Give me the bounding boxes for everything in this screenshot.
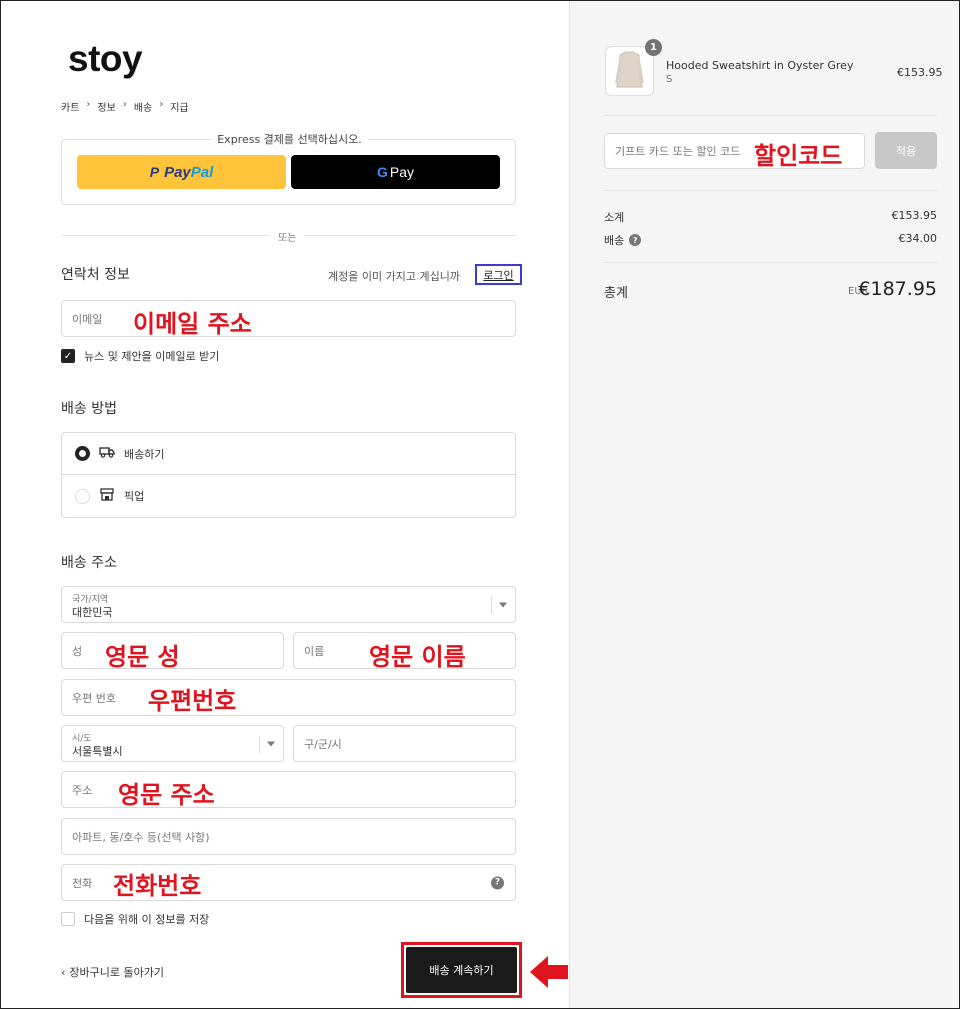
shipping-cost-value: €34.00 [898,232,938,245]
save-info-label: 다음을 위해 이 정보를 저장 [84,913,210,926]
delivery-label: 배송하기 [124,447,165,461]
phone-placeholder: 전화 [72,876,93,890]
save-info-checkbox[interactable] [61,912,75,926]
apply-discount-button[interactable]: 적용 [875,132,937,169]
back-to-cart-link[interactable]: ‹ 장바구니로 돌아가기 [61,964,164,980]
help-icon[interactable]: ? [491,876,504,889]
login-prompt: 계정을 이미 가지고 계십니까 [328,270,460,283]
chevron-right-icon: › [86,99,91,110]
apartment-placeholder: 아파트, 동/호수 등(선택 사항) [72,830,210,844]
summary-divider [604,115,937,116]
chevron-right-icon: › [122,99,127,110]
breadcrumb-cart[interactable]: 카트 [61,99,79,114]
product-name: Hooded Sweatshirt in Oyster Grey [666,59,854,72]
sweatshirt-image-icon [615,51,644,88]
google-pay-button[interactable]: G Pay [291,155,500,189]
subtotal-label-text: 소계 [604,211,625,224]
truck-icon [99,446,115,461]
country-select[interactable]: 국가/지역 대한민국 [61,586,516,623]
postal-code-field[interactable]: 우편 번호 [61,679,516,716]
select-divider [259,736,260,753]
first-name-placeholder: 이름 [304,644,325,658]
address-placeholder: 주소 [72,783,93,797]
paypal-logo-icon: P [149,164,160,180]
red-arrow-icon [530,956,568,988]
chevron-right-icon: › [159,99,164,110]
country-value: 대한민국 [72,606,113,619]
continue-to-shipping-button[interactable]: 배송 계속하기 [406,947,517,993]
newsletter-checkbox-row[interactable]: ✓ 뉴스 및 제안을 이메일로 받기 [61,348,219,364]
store-icon [99,488,115,504]
summary-divider [604,262,937,263]
phone-annotation: 전화번호 [113,872,202,900]
postal-code-placeholder: 우편 번호 [72,691,116,705]
pickup-label: 픽업 [124,490,145,503]
province-select[interactable]: 시/도 서울특별시 [61,725,284,762]
city-placeholder: 구/군/시 [304,737,342,751]
or-divider-text: 또는 [270,229,305,244]
total-label: 총계 [604,286,628,301]
first-name-annotation: 영문 이름 [369,643,466,671]
chevron-down-icon [499,602,507,607]
breadcrumb-info: 정보 [97,103,116,114]
province-value: 서울특별시 [72,745,123,758]
store-logo[interactable]: stoy [68,38,143,80]
discount-code-annotation: 할인코드 [754,142,843,170]
shipping-method-title: 배송 방법 [61,401,117,417]
postal-code-annotation: 우편번호 [148,687,237,715]
shipping-method-box: 배송하기 픽업 [61,432,516,518]
email-placeholder: 이메일 [72,312,103,326]
email-annotation: 이메일 주소 [133,310,252,338]
shipping-option-delivery[interactable]: 배송하기 [62,433,515,475]
address-annotation: 영문 주소 [118,781,215,809]
product-price: €153.95 [897,66,943,79]
express-checkout-title: Express 결제를 선택하십시오. [211,133,368,146]
back-to-cart-label: 장바구니로 돌아가기 [69,966,164,979]
summary-divider [604,190,937,191]
chevron-left-icon: ‹ [61,965,66,979]
save-info-checkbox-row[interactable]: 다음을 위해 이 정보를 저장 [61,911,209,927]
google-pay-text: Pay [389,164,414,180]
newsletter-checkbox[interactable]: ✓ [61,349,75,363]
discount-code-placeholder: 기프트 카드 또는 할인 코드 [615,145,741,158]
subtotal-value: €153.95 [891,209,938,222]
city-field[interactable]: 구/군/시 [293,725,516,762]
last-name-annotation: 영문 성 [105,643,180,671]
total-value: €187.95 [858,278,937,300]
address-section-title: 배송 주소 [61,555,117,571]
newsletter-label: 뉴스 및 제안을 이메일로 받기 [84,350,220,363]
product-variant: S [666,74,673,85]
contact-section-title: 연락처 정보 [61,267,130,283]
breadcrumb: 카트 › 정보 › 배송 › 지급 [61,99,189,114]
delivery-radio[interactable] [75,446,90,461]
login-link[interactable]: 로그인 [475,264,522,285]
breadcrumb-shipping: 배송 [133,103,153,114]
help-icon[interactable]: ? [629,234,642,246]
shipping-cost-label: 배송 ? [604,232,642,248]
select-divider [491,597,492,614]
paypal-button[interactable]: P Pay Pal [77,155,286,189]
breadcrumb-payment: 지급 [170,103,189,114]
apartment-field[interactable]: 아파트, 동/호수 등(선택 사항) [61,818,516,855]
email-field[interactable]: 이메일 [61,300,516,337]
shipping-option-pickup[interactable]: 픽업 [62,475,515,517]
pickup-radio[interactable] [75,488,90,504]
chevron-down-icon [267,741,275,746]
subtotal-label: 소계 [604,209,624,225]
last-name-placeholder: 성 [72,644,83,658]
paypal-text-2: Pal [190,163,214,181]
google-g-icon: G [376,164,388,180]
quantity-badge: 1 [645,39,662,56]
paypal-text-1: Pay [164,163,191,181]
shipping-cost-label-text: 배송 [604,234,625,247]
